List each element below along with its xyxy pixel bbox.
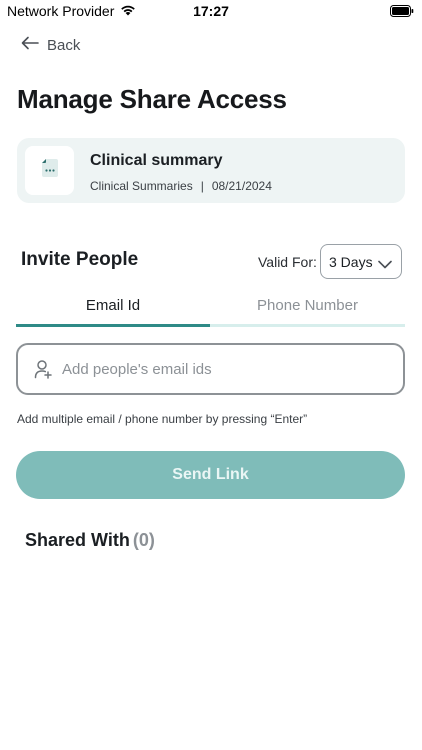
email-input[interactable] xyxy=(62,360,382,378)
valid-for-label: Valid For: xyxy=(258,254,317,270)
send-link-button[interactable]: Send Link xyxy=(16,451,405,499)
tab-email-id[interactable]: Email Id xyxy=(16,290,210,327)
back-button[interactable]: Back xyxy=(21,36,80,54)
chevron-down-icon xyxy=(378,256,392,272)
status-bar: Network Provider 17:27 xyxy=(0,0,422,22)
meta-separator: | xyxy=(200,179,204,193)
document-date: 08/21/2024 xyxy=(211,179,272,193)
arrow-left-icon xyxy=(21,36,39,54)
document-category: Clinical Summaries xyxy=(90,179,193,193)
contact-type-tabs: Email Id Phone Number xyxy=(16,290,405,327)
document-icon xyxy=(41,158,59,183)
shared-with-count: (0) xyxy=(132,530,155,550)
document-card: Clinical summary Clinical Summaries | 08/2… xyxy=(17,138,405,203)
email-input-container[interactable] xyxy=(16,343,405,395)
valid-for-select[interactable]: 3 Days xyxy=(320,244,402,279)
document-thumbnail xyxy=(25,146,74,195)
shared-with-heading: Shared With (0) xyxy=(25,530,155,551)
status-time: 17:27 xyxy=(193,3,229,19)
valid-for-value: 3 Days xyxy=(329,253,373,270)
document-meta: Clinical Summaries | 08/21/2024 xyxy=(90,179,272,193)
battery-icon xyxy=(390,4,414,22)
document-name: Clinical summary xyxy=(90,152,223,169)
add-user-icon xyxy=(32,358,54,380)
back-label: Back xyxy=(47,36,81,54)
invite-people-heading: Invite People xyxy=(21,249,139,270)
input-hint: Add multiple email / phone number by pre… xyxy=(17,412,308,426)
page-title: Manage Share Access xyxy=(17,84,287,114)
tab-phone-number[interactable]: Phone Number xyxy=(210,290,405,327)
shared-with-label: Shared With xyxy=(25,530,130,550)
